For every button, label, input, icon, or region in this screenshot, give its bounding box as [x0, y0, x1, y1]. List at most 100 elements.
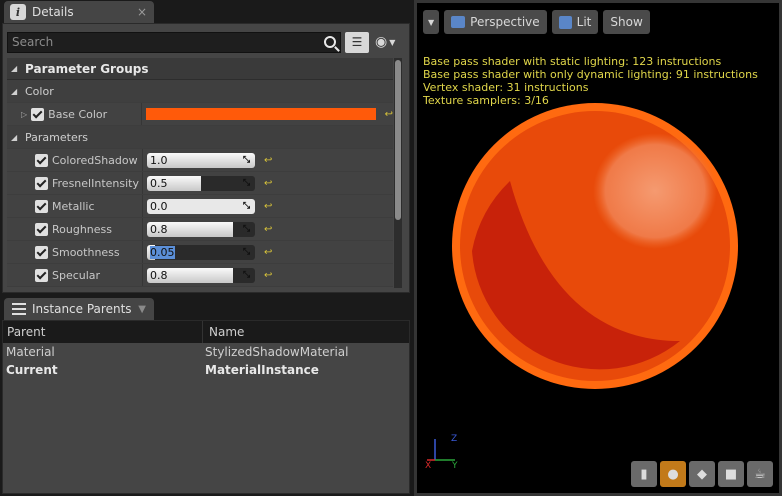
details-scrollbar[interactable]	[394, 58, 402, 288]
property-row-smoothness: Smoothness 0.05 ⤡ ↩	[7, 241, 393, 264]
view-options-button[interactable]: ☰	[345, 31, 369, 53]
parameter-label: FresnelIntensity	[52, 176, 139, 190]
parameter-groups-header[interactable]: ◢ Parameter Groups	[7, 58, 393, 80]
parameter-checkbox[interactable]	[35, 222, 48, 236]
parameter-checkbox[interactable]	[35, 268, 48, 282]
perspective-button[interactable]: Perspective	[444, 10, 547, 34]
plane-icon: ◆	[697, 466, 707, 482]
parameter-label: Roughness	[52, 222, 113, 236]
drag-arrows-icon[interactable]: ⤡	[241, 247, 252, 258]
parameter-checkbox[interactable]	[35, 199, 48, 213]
parameter-value: 0.05	[150, 245, 175, 259]
details-property-grid: ◢ Parameter Groups ◢ Color ▷ Base Color …	[7, 58, 393, 288]
table-row[interactable]: Material StylizedShadowMaterial	[3, 343, 409, 361]
base-color-checkbox[interactable]	[31, 107, 45, 121]
column-header-name[interactable]: Name	[203, 325, 244, 339]
category-parameters-label: Parameters	[25, 130, 88, 144]
parameter-value-field[interactable]: 0.8 ⤡	[147, 267, 255, 283]
cube-preview-button[interactable]: ■	[718, 461, 744, 487]
table-row[interactable]: Current MaterialInstance	[3, 361, 409, 379]
parent-cell: Material	[6, 345, 55, 359]
search-icon[interactable]	[324, 35, 336, 48]
parameter-label: ColoredShadow	[52, 153, 138, 167]
instance-parents-tab[interactable]: Instance Parents ▼	[4, 298, 154, 320]
reset-to-default-icon[interactable]: ↩	[264, 155, 272, 166]
drag-arrows-icon[interactable]: ⤡	[241, 155, 252, 166]
collapse-arrow-icon[interactable]: ◢	[11, 64, 25, 73]
base-color-swatch[interactable]	[145, 108, 376, 120]
parameter-label: Metallic	[52, 199, 95, 213]
plane-preview-button[interactable]: ◆	[689, 461, 715, 487]
sphere-preview-button[interactable]: ●	[660, 461, 686, 487]
sphere-icon: ●	[667, 466, 679, 482]
property-row-specular: Specular 0.8 ⤡ ↩	[7, 264, 393, 287]
parameter-checkbox[interactable]	[35, 153, 48, 167]
reset-to-default-icon[interactable]: ↩	[264, 270, 272, 281]
parameter-value: 0.8	[150, 222, 168, 236]
reset-to-default-icon[interactable]: ↩	[264, 247, 272, 258]
collapse-arrow-icon[interactable]: ◢	[11, 87, 25, 96]
cube-icon: ■	[724, 466, 738, 482]
expand-arrow-icon[interactable]: ▷	[21, 110, 27, 119]
custom-mesh-preview-button[interactable]: ☕	[747, 461, 773, 487]
details-tab[interactable]: i Details ×	[4, 1, 154, 23]
svg-text:Y: Y	[451, 461, 458, 469]
parameter-value: 0.5	[150, 176, 168, 190]
drag-arrows-icon[interactable]: ⤡	[241, 270, 252, 281]
stat-line: Vertex shader: 31 instructions	[423, 81, 589, 94]
perspective-icon	[451, 16, 466, 28]
collapse-arrow-icon[interactable]: ◢	[11, 133, 25, 142]
reset-to-default-icon[interactable]: ↩	[385, 109, 393, 120]
name-cell: MaterialInstance	[205, 363, 319, 377]
parameter-value-field[interactable]: 0.05 ⤡	[147, 244, 255, 260]
scrollbar-thumb[interactable]	[395, 60, 401, 220]
category-parameters[interactable]: ◢ Parameters	[7, 126, 393, 149]
parameter-checkbox[interactable]	[35, 245, 48, 259]
drag-arrows-icon[interactable]: ⤡	[241, 224, 252, 235]
show-button[interactable]: Show	[603, 10, 650, 34]
parameter-value-field[interactable]: 1.0 ⤡	[147, 152, 255, 168]
close-icon[interactable]: ×	[137, 5, 147, 19]
category-color[interactable]: ◢ Color	[7, 80, 393, 103]
parameter-value-field[interactable]: 0.8 ⤡	[147, 221, 255, 237]
axis-gizmo: Z Y X	[425, 434, 458, 469]
parameter-value-field[interactable]: 0.5 ⤡	[147, 175, 255, 191]
cylinder-preview-button[interactable]: ▮	[631, 461, 657, 487]
category-color-label: Color	[25, 84, 54, 98]
show-label: Show	[610, 15, 643, 29]
lit-label: Lit	[576, 15, 592, 29]
svg-text:Z: Z	[451, 434, 457, 444]
viewport-toolbar: ▼ Perspective Lit Show	[423, 10, 650, 34]
perspective-label: Perspective	[470, 15, 540, 29]
preview-mesh-toolbar: ▮ ● ◆ ■ ☕	[631, 461, 773, 487]
parameter-checkbox[interactable]	[35, 176, 48, 190]
details-tab-label: Details	[32, 5, 74, 19]
property-row-roughness: Roughness 0.8 ⤡ ↩	[7, 218, 393, 241]
column-header-parent[interactable]: Parent	[3, 321, 203, 343]
lit-button[interactable]: Lit	[551, 10, 599, 34]
parameter-value: 0.0	[150, 199, 168, 213]
chevron-down-icon: ▼	[389, 37, 396, 47]
reset-to-default-icon[interactable]: ↩	[264, 178, 272, 189]
svg-text:X: X	[425, 461, 431, 469]
name-cell: StylizedShadowMaterial	[205, 345, 349, 359]
details-panel: Search ☰ ◉ ▼ ◢ Parameter Groups ◢ Color ▷…	[2, 23, 410, 293]
preview-viewport[interactable]: ▼ Perspective Lit Show Base pass shader …	[414, 0, 782, 496]
teapot-icon: ☕	[754, 466, 766, 482]
viewport-options-button[interactable]: ▼	[423, 10, 440, 34]
parameter-value-field[interactable]: 0.0 ⤡	[147, 198, 255, 214]
tab-dropdown-icon[interactable]: ▼	[138, 304, 146, 315]
list-icon	[12, 303, 26, 315]
drag-arrows-icon[interactable]: ⤡	[241, 201, 252, 212]
stat-line: Base pass shader with static lighting: 1…	[423, 55, 722, 68]
visibility-filter-button[interactable]: ◉ ▼	[375, 34, 395, 50]
parameter-value: 0.8	[150, 268, 168, 282]
reset-to-default-icon[interactable]: ↩	[264, 201, 272, 212]
eye-icon: ◉	[375, 34, 388, 50]
search-placeholder: Search	[12, 35, 54, 49]
parameter-value: 1.0	[150, 153, 168, 167]
list-view-icon: ☰	[351, 35, 363, 49]
drag-arrows-icon[interactable]: ⤡	[241, 178, 252, 189]
reset-to-default-icon[interactable]: ↩	[264, 224, 272, 235]
search-input[interactable]: Search	[7, 31, 341, 53]
